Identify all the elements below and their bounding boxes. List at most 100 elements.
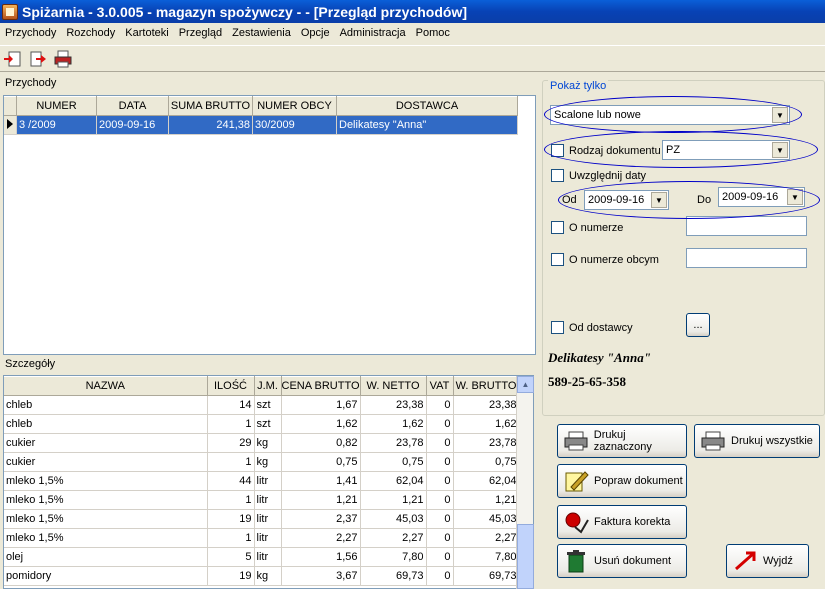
details-cell: 0 (426, 395, 454, 415)
printer-icon (699, 428, 727, 454)
table-row[interactable]: mleko 1,5% 19 litr 2,37 45,03 0 45,03 (4, 509, 520, 529)
doc-type-checkbox[interactable] (551, 144, 564, 157)
foreign-number-checkbox[interactable] (551, 253, 564, 266)
table-row[interactable]: mleko 1,5% 1 litr 2,27 2,27 0 2,27 (4, 528, 520, 548)
table-row[interactable]: mleko 1,5% 1 litr 1,21 1,21 0 1,21 (4, 490, 520, 510)
supplier-browse-button[interactable]: ... (686, 313, 710, 337)
table-row[interactable]: cukier 29 kg 0,82 23,78 0 23,78 (4, 433, 520, 453)
details-cell: 0 (426, 547, 454, 567)
to-label: Do (697, 194, 712, 206)
income-cell-suma: 241,38 (168, 115, 253, 135)
chevron-down-icon[interactable]: ▼ (772, 107, 788, 123)
scroll-thumb[interactable] (517, 524, 534, 589)
delete-document-label: Usuń dokument (594, 555, 672, 567)
from-date-value: 2009-09-16 (588, 194, 645, 206)
print-selected-button[interactable]: Drukuj zaznaczony (557, 424, 687, 458)
table-row[interactable]: mleko 1,5% 44 litr 1,41 62,04 0 62,04 (4, 471, 520, 491)
correction-invoice-icon (562, 509, 590, 535)
foreign-number-input[interactable] (686, 248, 807, 268)
details-cell: 0,75 (453, 452, 520, 472)
chevron-down-icon[interactable]: ▼ (772, 142, 788, 158)
details-grid[interactable]: NAZWA ILOŚĆ J.M. CENA BRUTTO W. NETTO VA… (3, 375, 534, 589)
edit-document-icon (562, 468, 590, 494)
print-icon[interactable] (52, 48, 74, 70)
income-header-indicator (4, 96, 17, 116)
supplier-name: Delikatesy "Anna" (548, 350, 651, 365)
income-header-numer[interactable]: NUMER (16, 96, 97, 116)
number-input[interactable] (686, 216, 807, 236)
details-header-brutto[interactable]: W. BRUTTO (453, 376, 520, 396)
details-cell: szt (254, 414, 282, 434)
income-grid[interactable]: NUMER DATA SUMA BRUTTO NUMER OBCY DOSTAW… (3, 95, 536, 355)
menu-kartoteki[interactable]: Kartoteki (120, 27, 173, 39)
menu-rozchody[interactable]: Rozchody (61, 27, 120, 39)
details-cell: mleko 1,5% (4, 509, 208, 529)
from-date-picker[interactable]: 2009-09-16 ▼ (584, 190, 669, 210)
number-checkbox[interactable] (551, 221, 564, 234)
edit-document-button[interactable]: Popraw dokument (557, 464, 687, 498)
delete-document-button[interactable]: Usuń dokument (557, 544, 687, 578)
status-select[interactable]: Scalone lub nowe ▼ (550, 105, 790, 125)
details-cell: litr (254, 547, 282, 567)
details-cell: 1 (207, 490, 255, 510)
menu-przychody[interactable]: Przychody (0, 27, 61, 39)
table-row[interactable]: pomidory 19 kg 3,67 69,73 0 69,73 (4, 566, 520, 586)
table-row[interactable]: cukier 1 kg 0,75 0,75 0 0,75 (4, 452, 520, 472)
to-date-picker[interactable]: 2009-09-16 ▼ (718, 187, 805, 207)
table-row[interactable]: 3 /2009 2009-09-16 241,38 30/2009 Delika… (4, 115, 518, 135)
new-document-icon[interactable] (2, 48, 24, 70)
menu-administracja[interactable]: Administracja (335, 27, 411, 39)
details-cell: mleko 1,5% (4, 490, 208, 510)
status-select-value: Scalone lub nowe (554, 109, 641, 121)
menu-opcje[interactable]: Opcje (296, 27, 335, 39)
supplier-label: Od dostawcy (569, 321, 633, 334)
details-cell: 0 (426, 433, 454, 453)
print-all-button[interactable]: Drukuj wszystkie (694, 424, 820, 458)
table-row[interactable]: chleb 14 szt 1,67 23,38 0 23,38 (4, 395, 520, 415)
exit-label: Wyjdź (763, 555, 793, 567)
chevron-down-icon[interactable]: ▼ (787, 189, 803, 205)
menu-przeglad[interactable]: Przegląd (174, 27, 227, 39)
details-header-jm[interactable]: J.M. (254, 376, 282, 396)
details-header-cena[interactable]: CENA BRUTTO (281, 376, 361, 396)
table-row[interactable]: olej 5 litr 1,56 7,80 0 7,80 (4, 547, 520, 567)
details-cell: 69,73 (453, 566, 520, 586)
details-cell: 1,62 (281, 414, 361, 434)
income-header-data[interactable]: DATA (96, 96, 169, 116)
exit-button[interactable]: Wyjdź (726, 544, 809, 578)
dates-checkbox[interactable] (551, 169, 564, 182)
number-row: O numerze (551, 221, 623, 234)
scroll-up-icon[interactable]: ▲ (517, 376, 534, 393)
details-cell: 1 (207, 528, 255, 548)
details-cell: 1,41 (281, 471, 361, 491)
export-icon[interactable] (27, 48, 49, 70)
details-cell: 0 (426, 566, 454, 586)
menu-pomoc[interactable]: Pomoc (411, 27, 455, 39)
supplier-row: Od dostawcy (551, 321, 633, 334)
income-header-dostawca[interactable]: DOSTAWCA (336, 96, 518, 116)
table-row[interactable]: chleb 1 szt 1,62 1,62 0 1,62 (4, 414, 520, 434)
details-cell: litr (254, 528, 282, 548)
details-header-netto[interactable]: W. NETTO (360, 376, 427, 396)
details-cell: 45,03 (360, 509, 427, 529)
details-header-nazwa[interactable]: NAZWA (4, 376, 208, 396)
doc-type-select[interactable]: PZ ▼ (662, 140, 790, 160)
income-cell-numer: 3 /2009 (16, 115, 97, 135)
details-cell: 0 (426, 528, 454, 548)
income-header-obcy[interactable]: NUMER OBCY (252, 96, 337, 116)
details-label: Szczegóły (5, 358, 56, 370)
menu-zestawienia[interactable]: Zestawienia (227, 27, 296, 39)
details-cell: mleko 1,5% (4, 471, 208, 491)
details-cell: 23,38 (453, 395, 520, 415)
details-scrollbar[interactable]: ▲ (516, 376, 534, 589)
supplier-checkbox[interactable] (551, 321, 564, 334)
details-cell: 44 (207, 471, 255, 491)
details-cell: mleko 1,5% (4, 528, 208, 548)
income-header-suma[interactable]: SUMA BRUTTO (168, 96, 253, 116)
correction-invoice-button[interactable]: Faktura korekta (557, 505, 687, 539)
chevron-down-icon[interactable]: ▼ (651, 192, 667, 208)
details-header-ilosc[interactable]: ILOŚĆ (207, 376, 255, 396)
details-header-vat[interactable]: VAT (426, 376, 454, 396)
details-cell: cukier (4, 452, 208, 472)
details-cell: 62,04 (453, 471, 520, 491)
